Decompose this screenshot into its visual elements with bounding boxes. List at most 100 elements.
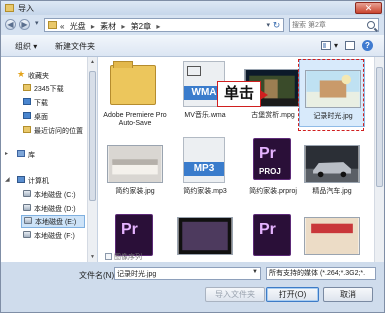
audio-file-icon: MP3: [183, 137, 225, 183]
click-callout: 单击: [217, 81, 261, 107]
filetype-select[interactable]: 所有支持的媒体 (*.264;*.3G2;*.: [266, 267, 376, 280]
premiere-logo: Pr: [259, 145, 276, 162]
breadcrumb-item[interactable]: 第2章: [131, 22, 151, 31]
address-dropdown-icon[interactable]: ▾: [266, 21, 270, 29]
file-name: Adobe Premiere Pro Auto-Save: [103, 112, 167, 127]
refresh-button[interactable]: ↻: [271, 20, 282, 30]
navigation-pane: ★ 收藏夹 2345下载 下载 桌面 最近访问的位置 ▸ 库 ◢ 计算机 本地磁…: [1, 57, 98, 262]
hard-drive-icon: [23, 190, 31, 197]
file-item[interactable]: 精品汽车.jpg: [299, 135, 365, 203]
folder-icon: [110, 61, 156, 105]
search-input[interactable]: [292, 20, 364, 30]
file-item[interactable]: 简约家装.jpg: [102, 135, 168, 203]
navigation-bar: ◀ ▶ ▾ « 光盘 ▸ 素材 ▸ 第2章 ▸ ▾ ↻: [1, 15, 384, 35]
hard-drive-icon: [23, 204, 31, 211]
recent-places-icon: [23, 126, 31, 133]
callout-arrow-icon: [260, 90, 268, 100]
sidebar-item-label: 本地磁盘 (E:): [35, 219, 77, 226]
filetype-value: 所有支持的媒体 (*.264;*.3G2;*.: [269, 270, 366, 277]
sidebar-item-label: 最近访问的位置: [34, 128, 83, 135]
image-sequence-option[interactable]: 图像序列: [105, 252, 142, 262]
scrollbar-thumb[interactable]: [376, 67, 383, 187]
premiere-project-icon: Pr: [253, 214, 291, 256]
sidebar-scrollbar[interactable]: ▲ ▼: [87, 57, 97, 262]
computer-icon: [17, 176, 25, 183]
file-item[interactable]: [299, 211, 365, 262]
folder-icon: [48, 21, 57, 29]
content-scrollbar[interactable]: [374, 57, 384, 262]
premiere-project-icon: Pr: [115, 214, 153, 256]
desktop-icon: [23, 112, 31, 119]
sidebar-item-label: 计算机: [28, 178, 49, 185]
premiere-logo: Pr: [121, 221, 138, 238]
sidebar-item-label: 收藏夹: [28, 73, 49, 80]
new-folder-button[interactable]: 新建文件夹: [55, 41, 95, 52]
breadcrumb-item[interactable]: 光盘: [70, 22, 86, 31]
file-item[interactable]: Pr PROJ 简约家装.prproj: [240, 135, 306, 203]
image-thumbnail: [107, 145, 163, 183]
file-name: 简约家装.prproj: [249, 188, 297, 195]
sidebar-item-label: 库: [28, 152, 35, 159]
sidebar-item-label: 桌面: [34, 114, 48, 121]
view-dropdown-icon[interactable]: ▾: [334, 41, 338, 50]
file-item[interactable]: [172, 211, 238, 262]
search-box[interactable]: [289, 18, 379, 32]
close-button[interactable]: ✕: [355, 2, 382, 14]
organize-button[interactable]: 组织 ▾: [15, 41, 37, 52]
file-name: 简约家装.jpg: [115, 188, 155, 195]
expand-arrow-icon[interactable]: ▸: [5, 150, 8, 157]
video-thumbnail: [177, 217, 233, 255]
breadcrumb-separator[interactable]: ▸: [91, 22, 95, 31]
file-name: MV音乐.wma: [184, 112, 226, 119]
breadcrumb-separator[interactable]: ▸: [156, 22, 160, 31]
app-folder-icon: [5, 4, 14, 12]
scroll-down-icon[interactable]: ▼: [89, 253, 96, 261]
import-folder-button[interactable]: 导入文件夹: [205, 287, 265, 302]
file-name: 古堡赏析.mpg: [251, 112, 295, 119]
forward-button[interactable]: ▶: [19, 19, 30, 30]
image-thumbnail: [304, 145, 360, 183]
sidebar-item-label: 本地磁盘 (F:): [34, 233, 75, 240]
file-item[interactable]: Pr: [240, 211, 306, 262]
collapse-arrow-icon[interactable]: ◢: [5, 176, 10, 183]
cancel-button[interactable]: 取消: [323, 287, 373, 302]
scroll-up-icon[interactable]: ▲: [89, 58, 96, 66]
import-dialog: 导入 ✕ ◀ ▶ ▾ « 光盘 ▸ 素材 ▸ 第2章 ▸ ▾ ↻ 组织 ▾: [0, 0, 385, 313]
file-item[interactable]: Adobe Premiere Pro Auto-Save: [102, 59, 168, 127]
open-button[interactable]: 打开(O): [266, 287, 319, 302]
image-sequence-checkbox[interactable]: [105, 253, 112, 260]
sidebar-item-label: 本地磁盘 (C:): [34, 192, 76, 199]
filename-label: 文件名(N):: [79, 271, 117, 280]
history-dropdown-icon[interactable]: ▾: [35, 19, 39, 27]
file-type-badge: MP3: [184, 162, 224, 176]
filename-input[interactable]: [117, 269, 247, 278]
sidebar-item-label: 本地磁盘 (D:): [34, 206, 76, 213]
back-button[interactable]: ◀: [5, 19, 16, 30]
window-title: 导入: [18, 4, 34, 13]
filename-combobox[interactable]: ▼: [114, 267, 261, 280]
file-item[interactable]: MP3 简约家装.mp3: [172, 135, 238, 203]
preview-pane-icon[interactable]: [345, 41, 355, 50]
hard-drive-icon: [23, 231, 31, 238]
address-bar[interactable]: « 光盘 ▸ 素材 ▸ 第2章 ▸ ▾ ↻: [44, 18, 284, 32]
sidebar-item-label: 2345下载: [34, 86, 64, 93]
view-mode-icon[interactable]: [321, 41, 331, 50]
sidebar-item-drive-e[interactable]: 本地磁盘 (E:): [21, 215, 85, 228]
breadcrumb-prefix[interactable]: «: [60, 22, 64, 31]
premiere-logo: Pr: [259, 221, 276, 238]
search-icon[interactable]: [367, 21, 375, 29]
sidebar-item-label: 下载: [34, 100, 48, 107]
chevron-down-icon[interactable]: ▼: [252, 269, 258, 275]
title-bar[interactable]: 导入 ✕: [1, 1, 384, 15]
help-icon[interactable]: ?: [362, 40, 373, 51]
library-icon: [17, 150, 25, 157]
scrollbar-thumb[interactable]: [89, 71, 96, 201]
selection-highlight-box: [298, 59, 364, 131]
breadcrumb-separator[interactable]: ▸: [121, 22, 125, 31]
image-thumbnail: [304, 217, 360, 255]
hard-drive-icon: [24, 217, 32, 224]
breadcrumb-item[interactable]: 素材: [100, 22, 116, 31]
folder-icon: [23, 84, 31, 91]
premiere-project-icon: Pr PROJ: [253, 138, 291, 180]
file-name: 简约家装.mp3: [183, 188, 227, 195]
